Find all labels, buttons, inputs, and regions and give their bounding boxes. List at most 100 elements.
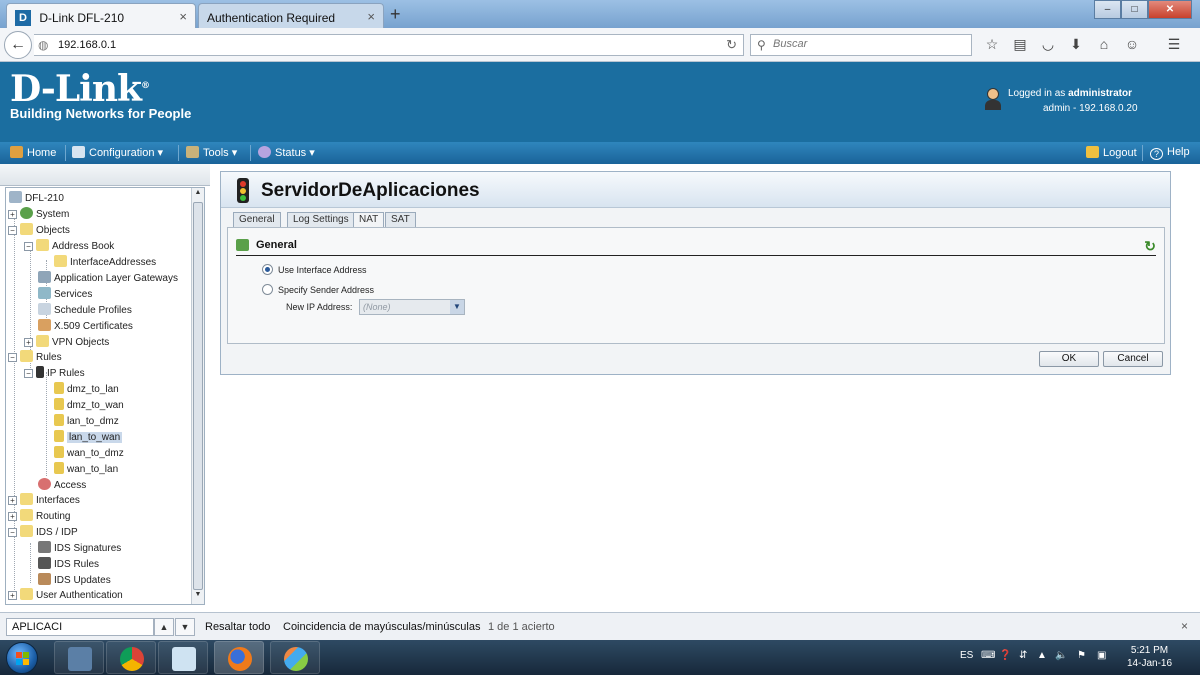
ok-button[interactable]: OK	[1039, 351, 1099, 367]
menu-tools[interactable]: Tools ▾	[186, 146, 237, 159]
tree-item-rule[interactable]: wan_to_lan	[54, 462, 118, 477]
tree-item-ids-updates[interactable]: IDS Updates	[38, 573, 111, 588]
tree-root[interactable]: DFL-210	[9, 191, 64, 206]
expand-icon[interactable]: +	[8, 496, 17, 505]
home-icon[interactable]: ⌂	[1094, 34, 1114, 54]
start-button[interactable]	[6, 642, 38, 674]
tree-item-user-auth[interactable]: + User Authentication	[8, 588, 123, 603]
tree-item-alg[interactable]: Application Layer Gateways	[38, 271, 178, 286]
collapse-icon[interactable]: −	[8, 226, 17, 235]
tree-item-ip-rules[interactable]: − IP Rules	[24, 366, 85, 381]
reload-icon[interactable]: ↻	[726, 37, 737, 53]
menu-icon[interactable]: ☰	[1164, 34, 1184, 54]
find-input[interactable]	[6, 618, 154, 636]
menu-logout[interactable]: Logout	[1086, 146, 1137, 159]
reading-list-icon[interactable]: ▤	[1010, 34, 1030, 54]
scroll-up-arrow-icon[interactable]: ▲	[193, 189, 203, 201]
tree-item-system[interactable]: + System	[8, 207, 69, 222]
tree-item-rule[interactable]: dmz_to_lan	[54, 382, 119, 397]
language-indicator[interactable]: ES	[960, 650, 973, 661]
tab-general[interactable]: General	[233, 212, 281, 227]
window-close-button[interactable]: ✕	[1148, 0, 1192, 19]
url-text[interactable]: 192.168.0.1	[58, 39, 116, 51]
tree-item-address-book[interactable]: − Address Book	[24, 239, 114, 254]
tree-item-vpn-objects[interactable]: + VPN Objects	[24, 335, 109, 350]
tree-item-rule[interactable]: lan_to_dmz	[54, 414, 119, 429]
tree-item-rule-selected[interactable]: lan_to_wan	[54, 430, 123, 445]
tree-item-rule[interactable]: wan_to_dmz	[54, 446, 124, 461]
expand-icon[interactable]: +	[8, 512, 17, 521]
match-case-option[interactable]: Coincidencia de mayúsculas/minúsculas	[283, 621, 480, 633]
system-clock[interactable]: 5:21 PM 14-Jan-16	[1127, 644, 1172, 670]
taskbar-firefox[interactable]	[214, 641, 264, 674]
menu-help[interactable]: ? Help	[1150, 146, 1190, 160]
collapse-icon[interactable]: −	[24, 369, 33, 378]
find-next-button[interactable]: ▼	[175, 618, 195, 636]
menu-status[interactable]: Status ▾	[258, 146, 315, 159]
taskbar-network-app[interactable]	[54, 641, 104, 674]
radio-specify-sender[interactable]	[262, 284, 273, 295]
tab-close-icon[interactable]: ×	[179, 9, 187, 24]
menu-home[interactable]: Home	[10, 146, 56, 159]
search-input[interactable]	[773, 38, 963, 50]
minimize-button[interactable]: ‒	[1094, 0, 1121, 19]
keyboard-icon[interactable]: ⌨	[981, 650, 995, 661]
expand-icon[interactable]: +	[24, 338, 33, 347]
chat-icon[interactable]: ☺	[1122, 34, 1142, 54]
tree-item-ids-idp[interactable]: − IDS / IDP	[8, 525, 78, 540]
collapse-icon[interactable]: −	[24, 242, 33, 251]
radio-use-interface[interactable]	[262, 264, 273, 275]
tree-item-rules[interactable]: − Rules	[8, 350, 62, 365]
expand-icon[interactable]: +	[8, 591, 17, 600]
download-icon[interactable]: ⬇	[1066, 34, 1086, 54]
maximize-button[interactable]: □	[1121, 0, 1148, 19]
show-hidden-icons-icon[interactable]: ▲	[1037, 650, 1047, 661]
tree-item-access[interactable]: Access	[38, 478, 86, 493]
taskbar-notepad[interactable]	[158, 641, 208, 674]
collapse-icon[interactable]: −	[8, 528, 17, 537]
scroll-thumb[interactable]	[193, 202, 203, 590]
tree-scrollbar[interactable]: ▲ ▼	[191, 188, 204, 604]
action-center-icon[interactable]: ⚑	[1077, 650, 1086, 661]
cancel-button[interactable]: Cancel	[1103, 351, 1163, 367]
tree-item-services[interactable]: Services	[38, 287, 92, 302]
tree-item-rule[interactable]: dmz_to_wan	[54, 398, 124, 413]
chevron-down-icon[interactable]: ▼	[450, 300, 464, 314]
site-info-icon[interactable]: ◍	[38, 38, 48, 52]
collapse-icon[interactable]: −	[8, 353, 17, 362]
volume-icon[interactable]: 🔈	[1055, 650, 1067, 661]
menu-configuration[interactable]: Configuration ▾	[72, 146, 163, 159]
tab-dlink[interactable]: D D-Link DFL-210 ×	[6, 3, 196, 28]
battery-icon[interactable]: ▣	[1097, 650, 1106, 661]
tab-log-settings[interactable]: Log Settings	[287, 212, 355, 227]
close-icon[interactable]: ×	[1181, 619, 1188, 633]
search-box[interactable]: ⚲	[750, 34, 972, 56]
option-specify-sender-address[interactable]: Specify Sender Address	[262, 283, 374, 297]
tree-item-routing[interactable]: + Routing	[8, 509, 70, 524]
highlight-all-option[interactable]: Resaltar todo	[205, 621, 270, 633]
refresh-icon[interactable]: ↻	[1144, 238, 1156, 255]
tab-sat[interactable]: SAT	[385, 212, 416, 227]
tree-item-interfaces[interactable]: + Interfaces	[8, 493, 80, 508]
option-use-interface-address[interactable]: Use Interface Address	[262, 263, 367, 277]
tree-item-schedule-profiles[interactable]: Schedule Profiles	[38, 303, 132, 318]
tree-item-objects[interactable]: − Objects	[8, 223, 70, 238]
tab-nat[interactable]: NAT	[353, 212, 385, 228]
new-tab-button[interactable]: +	[390, 4, 401, 25]
expand-icon[interactable]: +	[8, 210, 17, 219]
url-bar[interactable]: ◍ 192.168.0.1 ↻	[34, 34, 744, 56]
tree-item-x509[interactable]: X.509 Certificates	[38, 319, 133, 334]
tree-item-interface-addresses[interactable]: InterfaceAddresses	[54, 255, 156, 270]
help-icon[interactable]: ❓	[999, 650, 1011, 661]
tab-authentication[interactable]: Authentication Required ×	[198, 3, 384, 28]
find-previous-button[interactable]: ▲	[154, 618, 174, 636]
pocket-icon[interactable]: ◡	[1038, 34, 1058, 54]
taskbar-paint[interactable]	[270, 641, 320, 674]
tree-item-ids-rules[interactable]: IDS Rules	[38, 557, 99, 572]
network-icon[interactable]: ⇵	[1019, 650, 1027, 661]
back-button[interactable]: ←	[4, 31, 32, 59]
tree-item-ids-signatures[interactable]: IDS Signatures	[38, 541, 121, 556]
star-icon[interactable]: ☆	[982, 34, 1002, 54]
tab-close-icon[interactable]: ×	[367, 9, 375, 24]
new-ip-select[interactable]: (None) ▼	[359, 299, 465, 315]
